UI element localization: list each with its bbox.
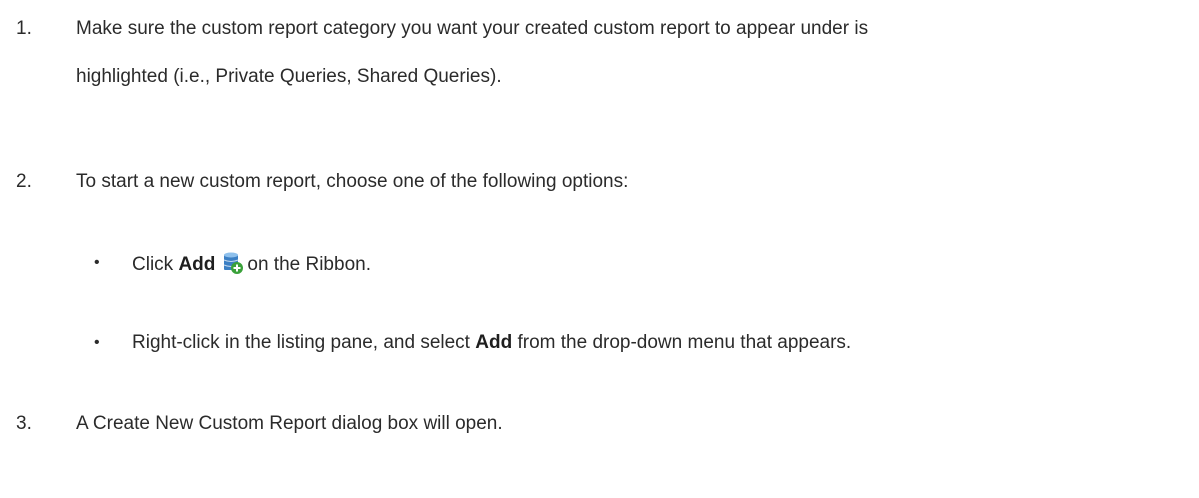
option-text-before: Right-click in the listing pane, and sel…: [132, 332, 470, 353]
step-number: 1.: [16, 18, 32, 39]
option-text-before: Click: [132, 254, 174, 275]
step-text: Make sure the custom report category you…: [76, 18, 869, 39]
step-text: To start a new custom report, choose one…: [76, 171, 629, 192]
option-text-after: from the drop-down menu that appears.: [517, 332, 852, 353]
add-command-label: Add: [475, 332, 513, 353]
step-text: A Create New Custom Report dialog box wi…: [76, 413, 503, 434]
step-number: 3.: [16, 413, 32, 434]
step-text-continued: highlighted (i.e., Private Queries, Shar…: [76, 66, 502, 87]
step-number: 2.: [16, 171, 32, 192]
bullet: •: [94, 334, 100, 351]
option-text: Click Add on the Ribbon.: [132, 251, 371, 277]
add-command-label: Add: [178, 254, 216, 275]
database-add-icon: [221, 251, 245, 275]
option-text: Right-click in the listing pane, and sel…: [132, 331, 851, 355]
option-text-after: on the Ribbon.: [247, 254, 371, 275]
bullet: •: [94, 254, 100, 271]
